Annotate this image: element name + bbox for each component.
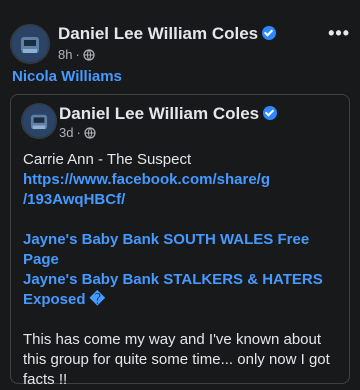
shared-post-card[interactable]: Daniel Lee William Coles 3d · Carrie Ann…: [10, 94, 350, 388]
group-name-link[interactable]: Jayne's Baby Bank SOUTH WALES Free Page: [23, 230, 339, 270]
post-text-line: This has come my way and I've known abou…: [23, 331, 322, 348]
shared-author-avatar[interactable]: [21, 103, 57, 139]
post-text-line: Carrie Ann - The Suspect: [23, 151, 192, 168]
shared-author-name[interactable]: Daniel Lee William Coles: [59, 104, 278, 124]
post-text-line: facts !!: [23, 371, 68, 388]
share-link[interactable]: https://www.facebook.com/share/g /193Awq…: [23, 170, 339, 210]
post-header: Daniel Lee William Coles 8h · •••: [10, 18, 350, 64]
verified-badge-icon: [263, 106, 278, 120]
verified-badge-icon: [262, 26, 277, 40]
tagged-user-link[interactable]: Nicola Williams: [12, 68, 122, 85]
globe-icon: [84, 126, 96, 139]
group-name-link[interactable]: Jayne's Baby Bank STALKERS & HATERS: [23, 270, 339, 290]
post-meta: 8h ·: [58, 47, 95, 62]
globe-icon: [83, 48, 95, 61]
post-text-line: this group for quite some time... only n…: [23, 351, 330, 368]
group-name-link[interactable]: Exposed �: [23, 290, 339, 310]
shared-post-meta: 3d ·: [59, 125, 96, 140]
more-options-icon[interactable]: •••: [328, 24, 350, 42]
author-name[interactable]: Daniel Lee William Coles: [58, 24, 277, 44]
author-avatar[interactable]: [10, 24, 50, 64]
post-time[interactable]: 8h: [58, 47, 72, 62]
shared-post-time[interactable]: 3d: [59, 125, 73, 140]
shared-post-body: Carrie Ann - The Suspect https://www.fac…: [23, 150, 339, 390]
